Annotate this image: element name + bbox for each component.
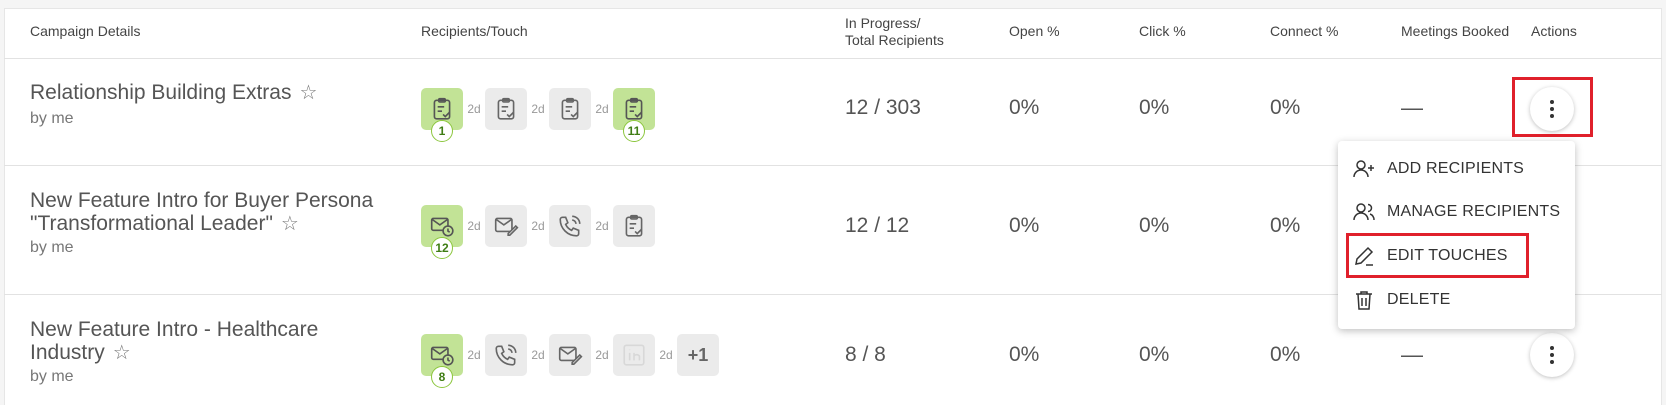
menu-item-label: ADD RECIPIENTS <box>1387 160 1525 177</box>
click-rate: 0% <box>1139 96 1170 119</box>
touch-sequence: 8 2d 2d 2d 2d +1 <box>421 334 719 388</box>
connect-rate: 0% <box>1270 214 1301 237</box>
delay-label: 2d <box>595 102 609 116</box>
campaign-owner: by me <box>30 110 74 127</box>
highlight-box <box>1346 233 1529 278</box>
campaign-name-line1[interactable]: New Feature Intro for Buyer Persona <box>30 189 373 212</box>
menu-item-label: DELETE <box>1387 291 1451 308</box>
menu-item-label: MANAGE RECIPIENTS <box>1387 203 1561 220</box>
star-icon[interactable]: ☆ <box>113 342 131 364</box>
clipboard-check-icon <box>497 97 515 120</box>
click-rate: 0% <box>1139 214 1170 237</box>
connect-rate: 0% <box>1270 343 1301 366</box>
header-in-progress: In Progress/ Total Recipients <box>845 15 944 49</box>
touch-clipboard[interactable] <box>485 88 527 130</box>
header-in-progress-line1: In Progress/ <box>845 15 921 31</box>
campaign-owner: by me <box>30 368 74 385</box>
kebab-dot <box>1550 353 1554 357</box>
clipboard-check-icon <box>561 97 579 120</box>
campaign-name-line1[interactable]: New Feature Intro - Healthcare <box>30 318 318 341</box>
menu-item-manage-recipients[interactable]: MANAGE RECIPIENTS <box>1338 192 1575 232</box>
kebab-dot <box>1550 346 1554 350</box>
touch-email[interactable]: 8 <box>421 334 463 388</box>
users-icon <box>1353 203 1375 221</box>
delay-label: 2d <box>531 219 545 233</box>
header-click: Click % <box>1139 23 1186 39</box>
delay-label: 2d <box>595 219 609 233</box>
more-actions-button[interactable] <box>1530 333 1574 377</box>
header-meetings: Meetings Booked <box>1401 23 1510 39</box>
phone-icon <box>495 344 517 366</box>
recipient-count-badge: 12 <box>431 237 453 259</box>
phone-icon <box>559 215 581 237</box>
delay-label: 2d <box>467 348 481 362</box>
header-in-progress-line2: Total Recipients <box>845 32 944 48</box>
campaign-name-text[interactable]: Relationship Building Extras <box>30 81 291 104</box>
header-recipients-touch: Recipients/Touch <box>421 23 528 39</box>
clipboard-check-icon <box>433 97 451 120</box>
touch-call[interactable] <box>485 334 527 376</box>
email-edit-icon <box>558 346 583 366</box>
open-rate: 0% <box>1009 343 1040 366</box>
add-user-icon <box>1353 160 1374 178</box>
header-actions: Actions <box>1531 23 1577 39</box>
touch-call[interactable] <box>549 205 591 247</box>
email-clock-icon <box>430 217 454 237</box>
in-progress-total: 12 / 303 <box>845 96 921 119</box>
delay-label: 2d <box>531 348 545 362</box>
touch-clipboard[interactable] <box>613 205 655 247</box>
recipient-count-badge: 11 <box>623 120 645 142</box>
click-rate: 0% <box>1139 343 1170 366</box>
open-rate: 0% <box>1009 214 1040 237</box>
clipboard-check-icon <box>625 97 643 120</box>
open-rate: 0% <box>1009 96 1040 119</box>
clipboard-check-icon <box>625 214 643 237</box>
recipient-count-badge: 1 <box>431 120 453 142</box>
recipient-count-badge: 8 <box>431 366 453 388</box>
email-edit-icon <box>494 217 519 237</box>
touch-sequence: 1 2d 2d 2d 11 <box>421 88 655 142</box>
campaign-owner: by me <box>30 239 74 256</box>
campaign-name[interactable]: Relationship Building Extras ☆ <box>30 81 317 105</box>
email-clock-icon <box>430 346 454 366</box>
in-progress-total: 8 / 8 <box>845 343 886 366</box>
campaign-name-line2[interactable]: Industry <box>30 341 105 364</box>
more-touches-indicator[interactable]: +1 <box>677 334 719 376</box>
touch-email[interactable]: 12 <box>421 205 463 259</box>
menu-item-add-recipients[interactable]: ADD RECIPIENTS <box>1338 149 1575 189</box>
star-icon[interactable]: ☆ <box>281 213 299 235</box>
trash-icon <box>1356 291 1372 310</box>
in-progress-total: 12 / 12 <box>845 214 910 237</box>
highlight-box <box>1512 77 1593 137</box>
touch-clipboard[interactable] <box>549 88 591 130</box>
star-icon[interactable]: ☆ <box>299 82 317 104</box>
meetings-booked: — <box>1401 342 1423 367</box>
delay-label: 2d <box>467 102 481 116</box>
campaign-name[interactable]: New Feature Intro for Buyer Persona "Tra… <box>30 189 373 236</box>
touch-linkedin[interactable] <box>613 334 655 376</box>
touch-email[interactable] <box>485 205 527 247</box>
kebab-dot <box>1550 360 1554 364</box>
linkedin-icon <box>623 344 645 366</box>
menu-item-delete[interactable]: DELETE <box>1338 280 1575 320</box>
divider <box>4 58 1662 59</box>
connect-rate: 0% <box>1270 96 1301 119</box>
delay-label: 2d <box>467 219 481 233</box>
touch-clipboard[interactable]: 1 <box>421 88 463 142</box>
touch-clipboard[interactable]: 11 <box>613 88 655 142</box>
touch-sequence: 12 2d 2d 2d <box>421 205 655 259</box>
header-campaign-details: Campaign Details <box>30 23 141 39</box>
touch-email[interactable] <box>549 334 591 376</box>
delay-label: 2d <box>595 348 609 362</box>
header-connect: Connect % <box>1270 23 1339 39</box>
campaign-name[interactable]: New Feature Intro - Healthcare Industry ☆ <box>30 318 318 365</box>
header-open: Open % <box>1009 23 1060 39</box>
campaign-name-line2[interactable]: "Transformational Leader" <box>30 212 273 235</box>
meetings-booked: — <box>1401 95 1423 120</box>
delay-label: 2d <box>531 102 545 116</box>
delay-label: 2d <box>659 348 673 362</box>
